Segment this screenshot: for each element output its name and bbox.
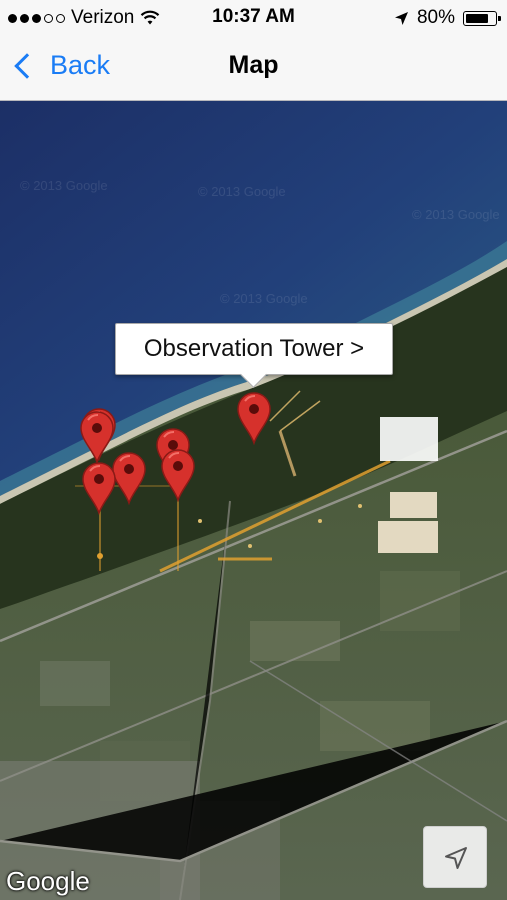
map-pin[interactable] xyxy=(159,448,197,503)
map-watermark: © 2013 Google xyxy=(412,207,500,222)
pin-callout[interactable]: Observation Tower > xyxy=(115,323,393,388)
callout-label: Observation Tower > xyxy=(143,335,365,362)
map-watermark: © 2013 Google xyxy=(20,178,108,193)
map-watermark: © 2013 Google xyxy=(198,184,286,199)
battery-icon xyxy=(463,10,501,26)
map-pin[interactable] xyxy=(80,461,118,516)
map-pin[interactable] xyxy=(235,391,273,446)
satellite-map[interactable]: © 2013 Google © 2013 Google © 2013 Googl… xyxy=(0,101,507,900)
status-bar: Verizon 10:37 AM 80% xyxy=(0,0,507,34)
overlay-panel xyxy=(380,417,438,461)
google-logo: Google xyxy=(6,866,90,896)
page-title: Map xyxy=(228,51,279,79)
overlay-panel xyxy=(378,521,438,553)
status-right-group: 80% xyxy=(394,7,501,29)
map-watermark: © 2013 Google xyxy=(220,291,308,306)
navigation-bar: Back Map xyxy=(0,34,507,101)
location-arrow-icon xyxy=(445,847,467,869)
current-location-button[interactable] xyxy=(423,826,487,888)
location-arrow-icon xyxy=(394,11,408,25)
battery-percent: 80% xyxy=(416,7,455,28)
overlay-panel xyxy=(390,492,437,518)
